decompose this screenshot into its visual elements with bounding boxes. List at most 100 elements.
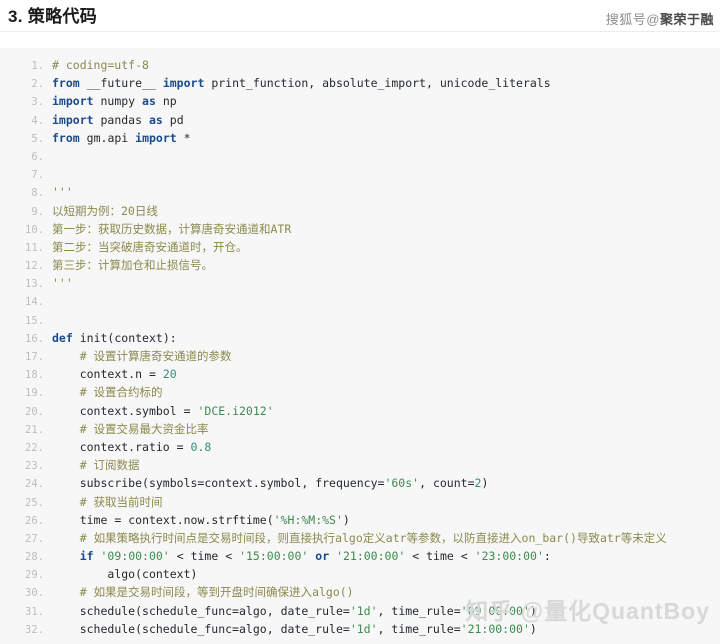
watermark-at: @ [646, 12, 660, 27]
code-line: 29. algo(context) [0, 565, 720, 583]
line-number: 24. [25, 478, 44, 491]
line-number: 14. [25, 296, 44, 309]
line-number: 7. [31, 169, 44, 182]
line-content: import numpy as np [52, 94, 177, 109]
code-line: 26. time = context.now.strftime('%H:%M:%… [0, 511, 720, 529]
line-content: # 设置交易最大资金比率 [79, 421, 209, 436]
code-line: 23. # 订阅数据 [0, 456, 720, 474]
line-number: 1. [31, 60, 44, 72]
line-number: 8. [31, 187, 44, 200]
line-content: ''' [52, 185, 73, 200]
line-content: from gm.api import * [52, 130, 191, 145]
line-content: # coding=utf-8 [52, 58, 149, 72]
line-number: 31. [25, 605, 44, 618]
code-line: 2. from __future__ import print_function,… [0, 74, 720, 92]
code-line: 18. context.n = 20 [0, 365, 720, 383]
code-line: 19. # 设置合约标的 [0, 383, 720, 401]
line-content: 第一步：获取历史数据，计算唐奇安通道和ATR [52, 221, 292, 236]
line-content: algo(context) [107, 567, 198, 582]
line-number: 26. [25, 514, 44, 527]
code-line: 30. # 如果是交易时间段，等到开盘时间确保进入algo() [0, 583, 720, 601]
line-content: from __future__ import print_function, a… [52, 76, 551, 91]
line-number: 11. [25, 241, 44, 254]
code-line: 3. import numpy as np [0, 92, 720, 110]
code-line: 27. # 如果策略执行时间点是交易时间段，则直接执行algo定义atr等参数，… [0, 529, 720, 547]
line-number: 9. [31, 205, 44, 218]
code-line: 25. # 获取当前时间 [0, 493, 720, 511]
code-line: 1. # coding=utf-8 [0, 56, 720, 74]
line-content: # 如果是交易时间段，等到开盘时间确保进入algo() [79, 585, 354, 600]
line-number: 13. [25, 278, 44, 291]
line-number: 17. [25, 351, 44, 363]
line-content: if '09:00:00' < time < '15:00:00' or '21… [79, 549, 551, 564]
line-number: 10. [25, 223, 44, 236]
code-line: 11. 第二步：当突破唐奇安通道时，开仓。 [0, 238, 720, 256]
page-title: 3. 策略代码 [8, 7, 98, 26]
line-content: context.ratio = 0.8 [79, 439, 212, 454]
code-line: 5. from gm.api import * [0, 129, 720, 147]
code-line: 14. [0, 292, 720, 310]
code-line: 4. import pandas as pd [0, 111, 720, 129]
line-content: # 获取当前时间 [79, 494, 163, 509]
line-content: schedule(schedule_func=algo, date_rule='… [79, 621, 537, 636]
line-number: 32. [25, 623, 44, 636]
code-line: 13. ''' [0, 274, 720, 292]
line-number: 29. [25, 569, 44, 582]
watermark-account-name: 聚荣于融 [659, 12, 714, 27]
line-number: 20. [25, 405, 44, 418]
line-number: 23. [25, 460, 44, 473]
line-content: 以短期为例：20日线 [52, 203, 158, 218]
line-content: ''' [52, 276, 73, 291]
line-number: 18. [25, 369, 44, 382]
code-line: 31. schedule(schedule_func=algo, date_ru… [0, 602, 720, 620]
page-header: 3. 策略代码 搜狐号@聚荣于融 [0, 0, 720, 32]
line-number: 16. [25, 332, 44, 345]
line-content: context.symbol = 'DCE.i2012' [79, 403, 274, 418]
line-number: 3. [31, 96, 44, 109]
line-content: context.n = 20 [79, 367, 177, 382]
line-content: import pandas as pd [52, 112, 184, 127]
code-line: 28. if '09:00:00' < time < '15:00:00' or… [0, 547, 720, 565]
line-number: 6. [31, 150, 44, 163]
line-number: 30. [25, 587, 44, 600]
line-content: 第二步：当突破唐奇安通道时，开仓。 [52, 239, 248, 254]
code-line: 21. # 设置交易最大资金比率 [0, 420, 720, 438]
source-watermark: 搜狐号@聚荣于融 [606, 9, 714, 28]
code-line: 17. # 设置计算唐奇安通道的参数 [0, 347, 720, 365]
line-number: 19. [25, 387, 44, 400]
line-content: # 设置计算唐奇安通道的参数 [79, 349, 232, 363]
line-number: 28. [25, 551, 44, 564]
code-line: 8. ''' [0, 183, 720, 201]
code-line: 9. 以短期为例：20日线 [0, 202, 720, 220]
line-number: 5. [31, 132, 44, 145]
code-line: 16. def init(context): [0, 329, 720, 347]
code-line: 22. context.ratio = 0.8 [0, 438, 720, 456]
code-line: 10. 第一步：获取历史数据，计算唐奇安通道和ATR [0, 220, 720, 238]
line-content: subscribe(symbols=context.symbol, freque… [79, 476, 489, 491]
code-line: 6. [0, 147, 720, 165]
line-number: 12. [25, 260, 44, 273]
line-number: 15. [25, 314, 44, 327]
code-line: 20. context.symbol = 'DCE.i2012' [0, 402, 720, 420]
line-content: 第三步：计算加仓和止损信号。 [52, 258, 213, 273]
code-line: 12. 第三步：计算加仓和止损信号。 [0, 256, 720, 274]
line-number: 25. [25, 496, 44, 509]
code-line: 15. [0, 311, 720, 329]
line-content: # 订阅数据 [79, 458, 140, 473]
code-line: 24. subscribe(symbols=context.symbol, fr… [0, 474, 720, 492]
line-content: # 设置合约标的 [79, 385, 163, 400]
line-content: def init(context): [52, 330, 177, 345]
code-line: 32. schedule(schedule_func=algo, date_ru… [0, 620, 720, 638]
line-content: # 如果策略执行时间点是交易时间段，则直接执行algo定义atr等参数，以防直接… [79, 530, 667, 545]
line-number: 4. [31, 114, 44, 127]
line-number: 27. [25, 532, 44, 545]
line-content: schedule(schedule_func=algo, date_rule='… [79, 603, 537, 618]
line-number: 2. [31, 78, 44, 91]
code-line: 7. [0, 165, 720, 183]
line-content: time = context.now.strftime('%H:%M:%S') [79, 512, 350, 527]
line-number: 21. [25, 423, 44, 436]
line-number: 22. [25, 441, 44, 454]
watermark-prefix: 搜狐号 [605, 12, 647, 27]
code-block[interactable]: 1. # coding=utf-8 2. from __future__ import… [0, 48, 720, 644]
code-line-list: 1. # coding=utf-8 2. from __future__ import… [0, 56, 720, 638]
